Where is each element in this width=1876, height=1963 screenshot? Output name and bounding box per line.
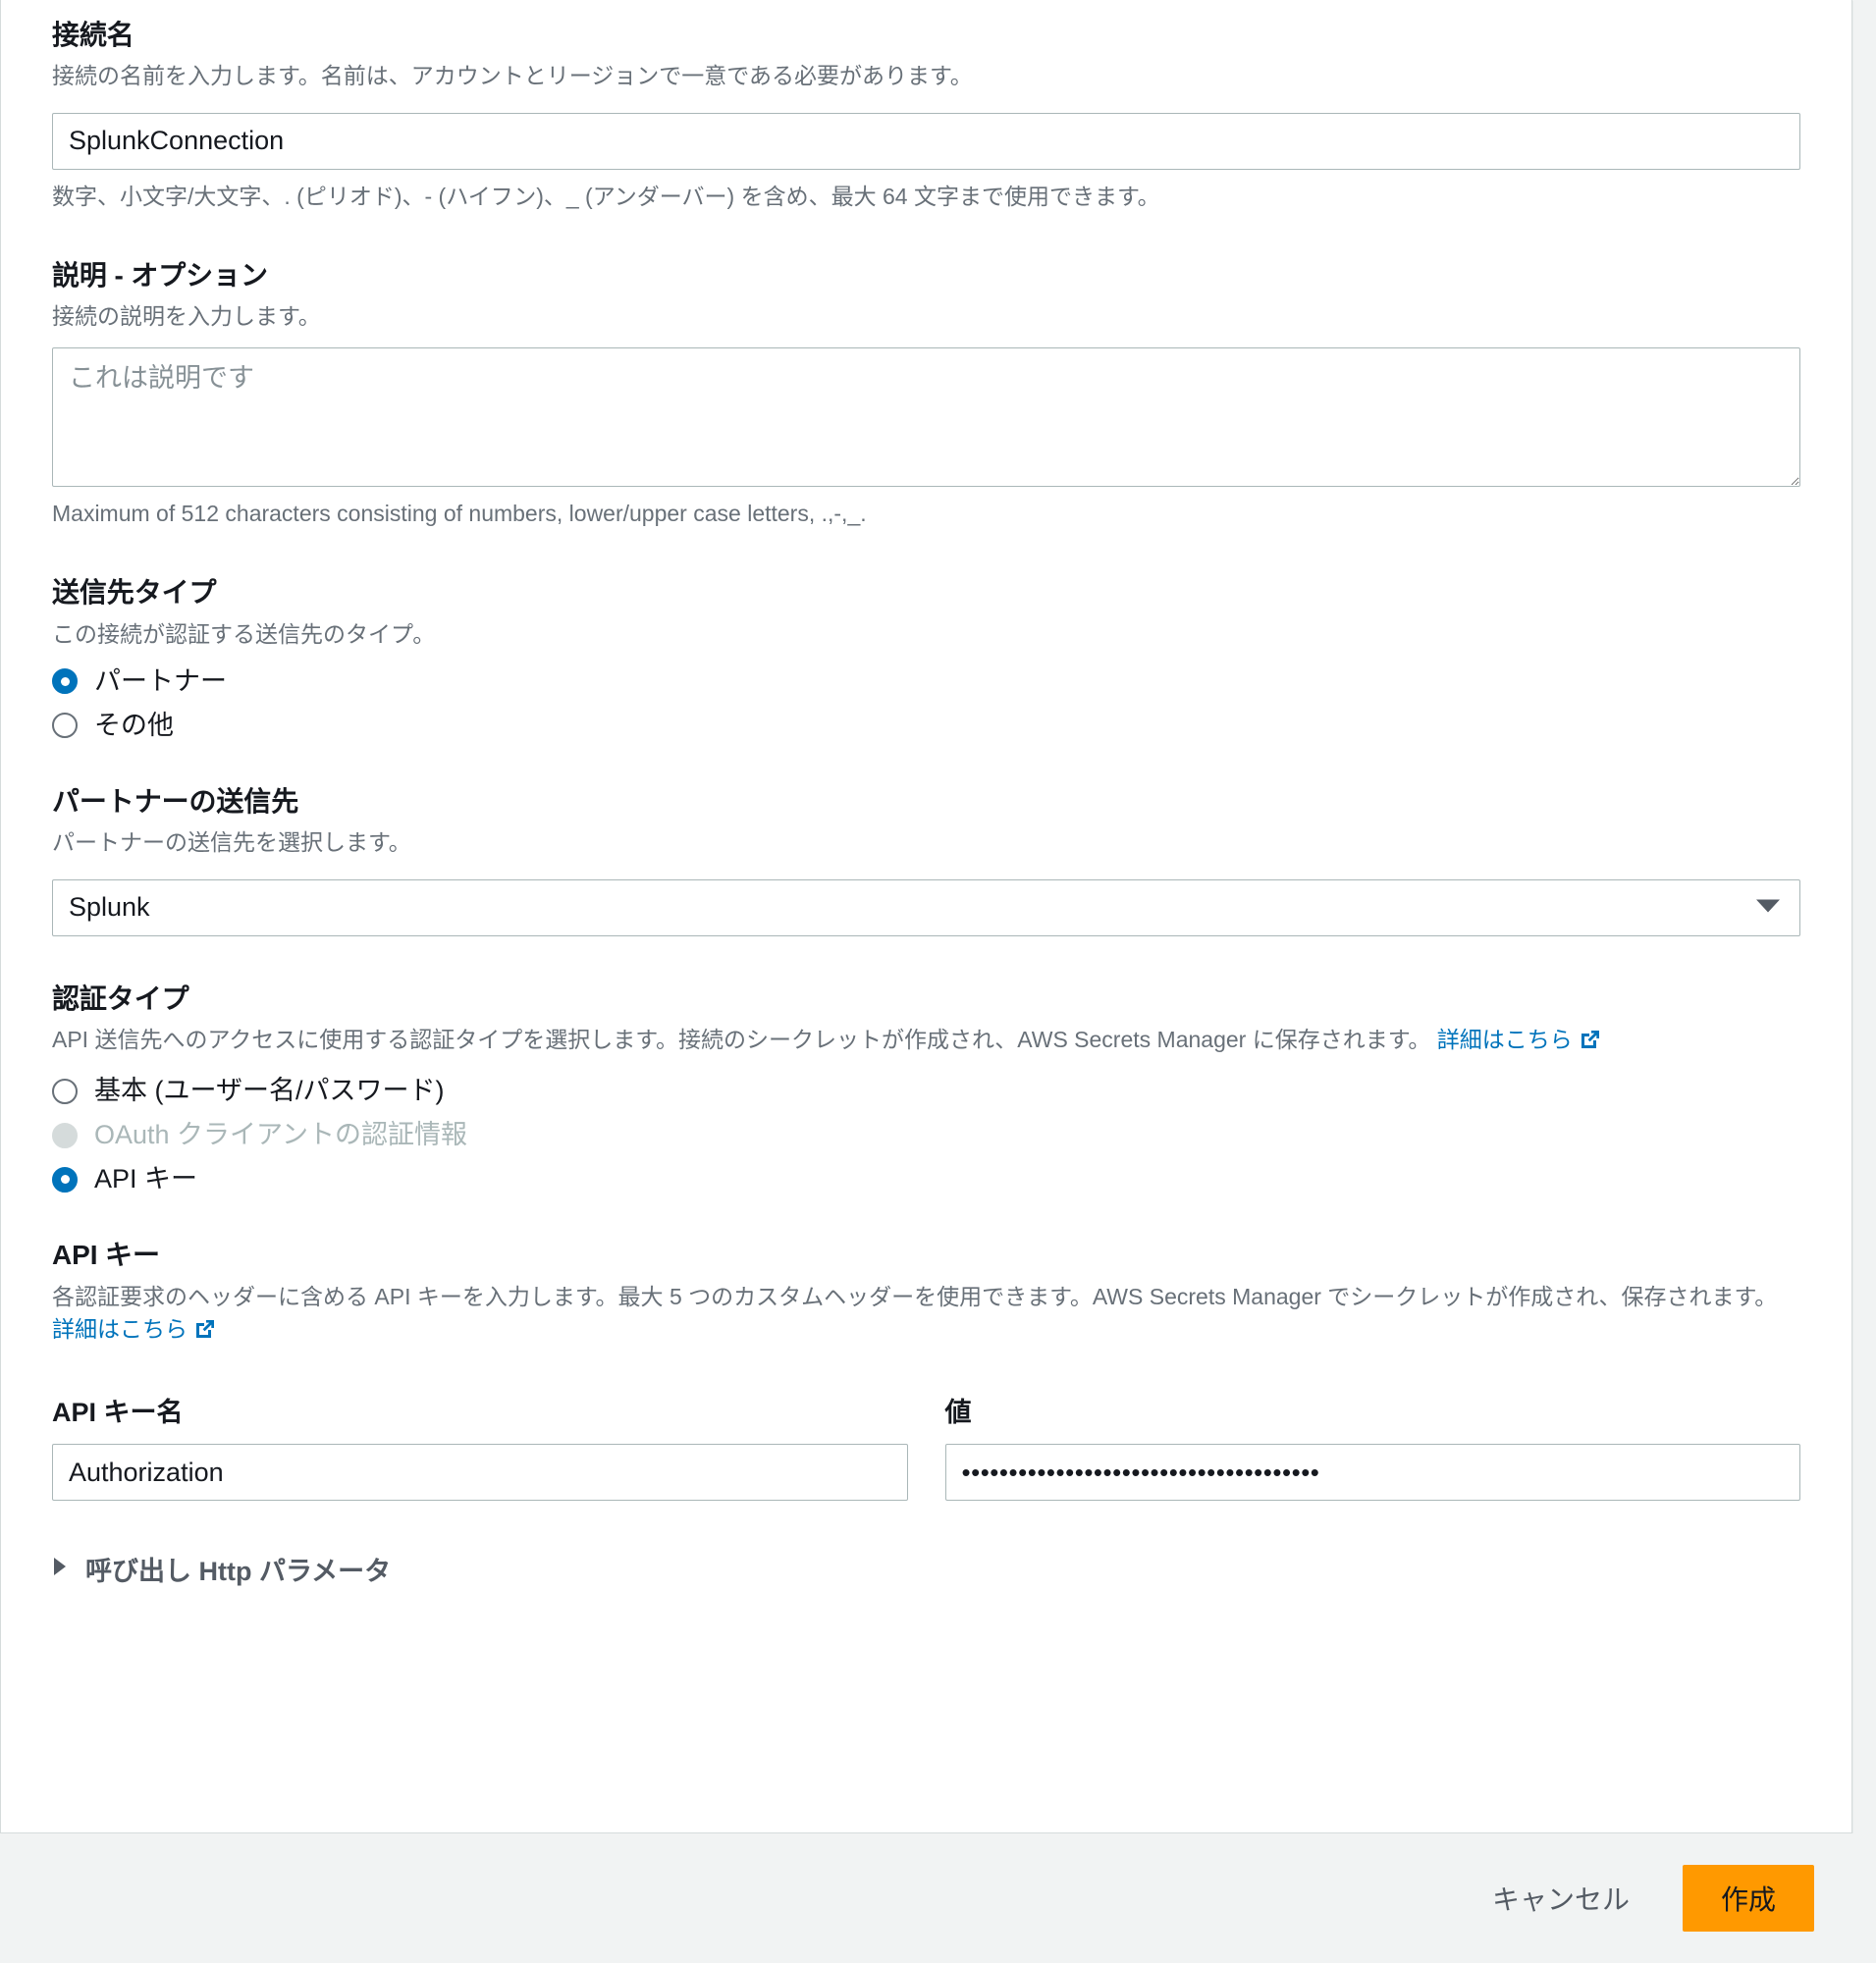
description-description: 接続の説明を入力します。 bbox=[52, 303, 321, 330]
description-textarea[interactable] bbox=[52, 346, 1800, 487]
create-connection-page: 接続名 接続の名前を入力します。名前は、アカウントとリージョンで一意である必要が… bbox=[0, 0, 1876, 1963]
partner-destination-description: パートナーの送信先を選択します。 bbox=[52, 829, 411, 856]
api-key-label: API キー bbox=[52, 1240, 160, 1271]
radio-mark-icon bbox=[52, 1122, 78, 1148]
destination-type-description: この接続が認証する送信先のタイプ。 bbox=[52, 620, 436, 647]
api-key-value-input[interactable]: •••••••••••••••••••••••••••••••••••••• bbox=[944, 1444, 1800, 1502]
radio-mark-icon bbox=[52, 668, 78, 695]
external-link-icon bbox=[193, 1317, 217, 1350]
partner-destination-label: パートナーの送信先 bbox=[52, 785, 299, 817]
description-label: 説明 - オプション bbox=[52, 260, 268, 292]
connection-name-input[interactable] bbox=[52, 112, 1800, 170]
auth-type-field: 認証タイプ API 送信先へのアクセスに使用する認証タイプを選択します。接続のシ… bbox=[52, 982, 1800, 1194]
radio-auth-basic[interactable]: 基本 (ユーザー名/パスワード) bbox=[52, 1078, 1800, 1104]
external-link-icon bbox=[1579, 1028, 1602, 1060]
create-button[interactable]: 作成 bbox=[1682, 1865, 1814, 1932]
destination-type-field: 送信先タイプ この接続が認証する送信先のタイプ。 パートナー その他 bbox=[52, 575, 1800, 739]
caret-right-icon bbox=[52, 1557, 68, 1581]
api-key-description-text: 各認証要求のヘッダーに含める API キーを入力します。最大 5 つのカスタムヘ… bbox=[52, 1283, 1778, 1309]
radio-mark-icon bbox=[52, 1078, 78, 1104]
connection-name-label: 接続名 bbox=[52, 20, 134, 50]
connection-form-panel: 接続名 接続の名前を入力します。名前は、アカウントとリージョンで一意である必要が… bbox=[0, 0, 1852, 1833]
api-key-name-label: API キー名 bbox=[52, 1398, 184, 1428]
cancel-button[interactable]: キャンセル bbox=[1488, 1867, 1634, 1930]
radio-label: パートナー bbox=[94, 665, 227, 696]
form-footer: キャンセル 作成 bbox=[0, 1833, 1876, 1963]
auth-type-label: 認証タイプ bbox=[52, 982, 189, 1014]
partner-destination-select[interactable]: Splunk bbox=[52, 878, 1800, 936]
radio-auth-api-key[interactable]: API キー bbox=[52, 1166, 1800, 1193]
radio-label: API キー bbox=[94, 1164, 198, 1194]
auth-type-learn-more-link[interactable]: 詳細はこちら bbox=[1437, 1027, 1573, 1052]
radio-label: その他 bbox=[94, 710, 174, 740]
partner-destination-selected-value: Splunk bbox=[69, 892, 150, 923]
api-key-value-label: 値 bbox=[944, 1398, 972, 1428]
destination-type-label: 送信先タイプ bbox=[52, 577, 217, 609]
api-key-learn-more-link[interactable]: 詳細はこちら bbox=[52, 1316, 188, 1342]
partner-destination-field: パートナーの送信先 パートナーの送信先を選択します。 Splunk bbox=[52, 784, 1800, 936]
api-key-value-field: 値 •••••••••••••••••••••••••••••••••••••• bbox=[944, 1391, 1800, 1502]
radio-destination-partner[interactable]: パートナー bbox=[52, 665, 1800, 696]
connection-name-field: 接続名 接続の名前を入力します。名前は、アカウントとリージョンで一意である必要が… bbox=[52, 18, 1800, 213]
radio-label: 基本 (ユーザー名/パスワード) bbox=[94, 1076, 445, 1106]
description-constraint: Maximum of 512 characters consisting of … bbox=[52, 500, 867, 526]
description-field: 説明 - オプション 接続の説明を入力します。 Maximum of 512 c… bbox=[52, 258, 1800, 530]
http-parameters-expandable[interactable]: 呼び出し Http パラメータ bbox=[52, 1550, 1800, 1588]
radio-mark-icon bbox=[52, 1166, 78, 1193]
auth-type-description: API 送信先へのアクセスに使用する認証タイプを選択します。接続のシークレットが… bbox=[52, 1024, 1800, 1060]
radio-label: OAuth クライアントの認証情報 bbox=[94, 1120, 467, 1150]
connection-name-description: 接続の名前を入力します。名前は、アカウントとリージョンで一意である必要があります… bbox=[52, 63, 973, 89]
auth-type-description-text: API 送信先へのアクセスに使用する認証タイプを選択します。接続のシークレットが… bbox=[52, 1027, 1437, 1053]
radio-destination-other[interactable]: その他 bbox=[52, 710, 1800, 740]
http-parameters-label: 呼び出し Http パラメータ bbox=[85, 1557, 392, 1587]
api-key-value-masked: •••••••••••••••••••••••••••••••••••••• bbox=[961, 1458, 1320, 1488]
connection-name-constraint: 数字、小文字/大文字、. (ピリオド)、- (ハイフン)、_ (アンダーバー) … bbox=[52, 183, 1160, 209]
radio-auth-oauth: OAuth クライアントの認証情報 bbox=[52, 1122, 1800, 1148]
api-key-name-field: API キー名 bbox=[52, 1391, 908, 1502]
api-key-description: 各認証要求のヘッダーに含める API キーを入力します。最大 5 つのカスタムヘ… bbox=[52, 1281, 1800, 1351]
api-key-name-input[interactable] bbox=[52, 1444, 908, 1502]
radio-mark-icon bbox=[52, 713, 78, 739]
api-key-section: API キー 各認証要求のヘッダーに含める API キーを入力します。最大 5 … bbox=[52, 1238, 1800, 1502]
